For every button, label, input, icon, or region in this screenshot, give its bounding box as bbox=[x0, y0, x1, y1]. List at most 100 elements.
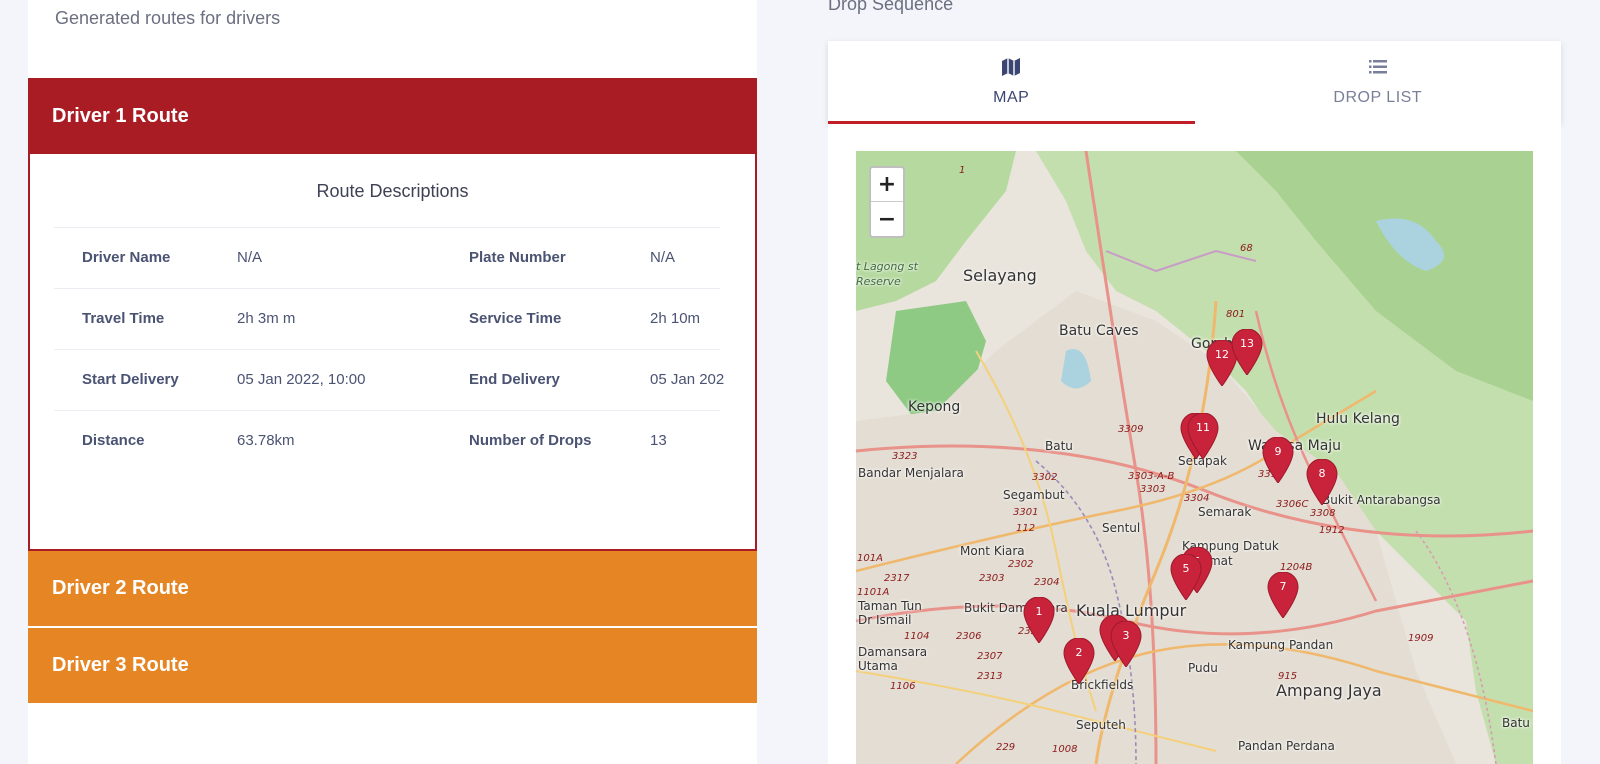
map-label-kampung-pandan: Kampung Pandan bbox=[1228, 638, 1334, 652]
tab-drop-list[interactable]: DROP LIST bbox=[1195, 41, 1562, 124]
route-header-driver-3[interactable]: Driver 3 Route bbox=[28, 628, 757, 703]
route-details: Route Descriptions Driver Name N/A Plate… bbox=[28, 154, 757, 551]
drop-marker-9[interactable]: 9 bbox=[1262, 437, 1294, 483]
table-row: Distance 63.78km Number of Drops 13 bbox=[54, 411, 720, 472]
road-number: 3301 bbox=[1013, 507, 1039, 518]
drop-marker-2[interactable]: 2 bbox=[1063, 638, 1095, 684]
road-number: 2307 bbox=[977, 651, 1003, 662]
driver-name-value: N/A bbox=[237, 249, 263, 266]
distance-value: 63.78km bbox=[237, 432, 295, 449]
road-number: 915 bbox=[1278, 671, 1298, 682]
road-number: 801 bbox=[1226, 309, 1246, 320]
road-number: 2302 bbox=[1008, 559, 1034, 570]
route-header-driver-2[interactable]: Driver 2 Route bbox=[28, 551, 757, 626]
marker-number: 5 bbox=[1182, 562, 1190, 575]
zoom-control: + − bbox=[869, 166, 905, 238]
tab-map[interactable]: MAP bbox=[828, 41, 1195, 124]
map-label-seputeh: Seputeh bbox=[1076, 718, 1126, 732]
road-number: 1008 bbox=[1052, 744, 1078, 755]
distance-label: Distance bbox=[82, 432, 145, 449]
road-number: 1 bbox=[959, 165, 966, 176]
drop-sequence-title: Drop Sequence bbox=[828, 0, 954, 14]
road-number: 1912 bbox=[1319, 525, 1345, 536]
road-number: 1104 bbox=[904, 631, 930, 642]
road-number: 2303 bbox=[979, 573, 1005, 584]
map-label-mont-kiara: Mont Kiara bbox=[960, 544, 1025, 558]
map-label-kuala-lumpur: Kuala Lumpur bbox=[1076, 601, 1187, 620]
view-tabs: MAP DROP LIST bbox=[828, 41, 1561, 124]
route-description-table: Driver Name N/A Plate Number N/A Travel … bbox=[54, 227, 724, 472]
routes-panel: Generated routes for drivers Driver 1 Ro… bbox=[28, 0, 757, 764]
map-label-pandan-perdana: Pandan Perdana bbox=[1238, 739, 1335, 753]
road-number: 2317 bbox=[884, 573, 910, 584]
map-label-ampang-jaya: Ampang Jaya bbox=[1276, 681, 1382, 700]
route-map[interactable]: + − Selayang Batu Caves Gombak Kepong Hu… bbox=[856, 151, 1533, 764]
map-label-bandar-menjalara: Bandar Menjalara bbox=[858, 466, 964, 480]
map-label-batu-la: Batu La bbox=[1502, 716, 1533, 730]
road-number: 2304 bbox=[1034, 577, 1060, 588]
map-label-pudu: Pudu bbox=[1188, 661, 1218, 675]
road-number: 2306 bbox=[956, 631, 982, 642]
map-label-sentul: Sentul bbox=[1102, 521, 1141, 535]
drop-marker-13[interactable]: 13 bbox=[1231, 329, 1263, 375]
marker-number: 1 bbox=[1035, 605, 1043, 618]
list-icon bbox=[1368, 60, 1387, 74]
marker-number: 8 bbox=[1318, 467, 1326, 480]
marker-number: 9 bbox=[1274, 445, 1282, 458]
drop-marker-11[interactable]: 11 bbox=[1187, 413, 1219, 459]
map-label-forest-reserve: t Lagong st Reserve bbox=[856, 260, 918, 288]
road-number: 229 bbox=[996, 742, 1016, 753]
road-number: 3303 bbox=[1140, 484, 1166, 495]
service-time-label: Service Time bbox=[469, 310, 562, 327]
map-icon bbox=[1002, 58, 1021, 76]
road-number: 68 bbox=[1240, 243, 1253, 254]
number-of-drops-value: 13 bbox=[650, 432, 667, 449]
road-number: 3309 bbox=[1118, 424, 1144, 435]
map-label-damansara-utama: Damansara Utama bbox=[858, 645, 928, 673]
drop-marker-5[interactable]: 5 bbox=[1170, 554, 1202, 600]
road-number: 1106 bbox=[890, 681, 916, 692]
marker-number: 13 bbox=[1240, 337, 1254, 350]
map-label-ttdi: Taman Tun Dr Ismail bbox=[858, 599, 922, 627]
map-label-segambut: Segambut bbox=[1003, 488, 1065, 502]
end-delivery-label: End Delivery bbox=[469, 371, 560, 388]
route-descriptions-title: Route Descriptions bbox=[316, 181, 469, 201]
road-number: 1101A bbox=[857, 587, 890, 598]
route-driver-3: Driver 3 Route bbox=[28, 628, 757, 703]
map-card: + − Selayang Batu Caves Gombak Kepong Hu… bbox=[828, 124, 1561, 764]
route-driver-2: Driver 2 Route bbox=[28, 551, 757, 626]
map-label-bukit-antarabangsa: Bukit Antarabangsa bbox=[1322, 493, 1441, 507]
drop-marker-3[interactable]: 3 bbox=[1110, 621, 1142, 667]
service-time-value: 2h 10m bbox=[650, 310, 701, 327]
zoom-in-button[interactable]: + bbox=[871, 168, 903, 202]
road-number: 3308 bbox=[1310, 508, 1336, 519]
end-delivery-value: 05 Jan 202 bbox=[650, 371, 725, 388]
road-number: 3306C bbox=[1276, 499, 1309, 510]
road-number: 2313 bbox=[977, 671, 1003, 682]
drop-marker-8[interactable]: 8 bbox=[1306, 459, 1338, 505]
driver-name-label: Driver Name bbox=[82, 249, 171, 266]
map-label-selayang: Selayang bbox=[963, 266, 1037, 285]
road-number: 3303-A-B bbox=[1128, 471, 1175, 482]
map-label-semarak: Semarak bbox=[1198, 505, 1252, 519]
plate-number-label: Plate Number bbox=[469, 249, 566, 266]
start-delivery-label: Start Delivery bbox=[82, 371, 179, 388]
marker-number: 7 bbox=[1279, 580, 1287, 593]
map-label-batu: Batu bbox=[1045, 439, 1073, 453]
drop-marker-1[interactable]: 1 bbox=[1023, 597, 1055, 643]
road-number: 3323 bbox=[892, 451, 918, 462]
number-of-drops-label: Number of Drops bbox=[469, 432, 592, 449]
map-label-hulu-kelang: Hulu Kelang bbox=[1316, 411, 1400, 427]
table-row: Start Delivery 05 Jan 2022, 10:00 End De… bbox=[54, 350, 724, 411]
route-driver-1: Driver 1 Route Route Descriptions Driver… bbox=[28, 78, 757, 551]
marker-number: 2 bbox=[1075, 646, 1083, 659]
map-label-batu-caves: Batu Caves bbox=[1059, 323, 1139, 339]
road-number: 101A bbox=[857, 553, 883, 564]
route-header-driver-1[interactable]: Driver 1 Route bbox=[28, 78, 757, 154]
travel-time-label: Travel Time bbox=[82, 310, 165, 327]
marker-number: 3 bbox=[1122, 629, 1130, 642]
marker-number: 11 bbox=[1196, 421, 1210, 434]
drop-marker-7[interactable]: 7 bbox=[1267, 572, 1299, 618]
tab-drop-list-label: DROP LIST bbox=[1333, 89, 1423, 106]
zoom-out-button[interactable]: − bbox=[871, 202, 903, 236]
